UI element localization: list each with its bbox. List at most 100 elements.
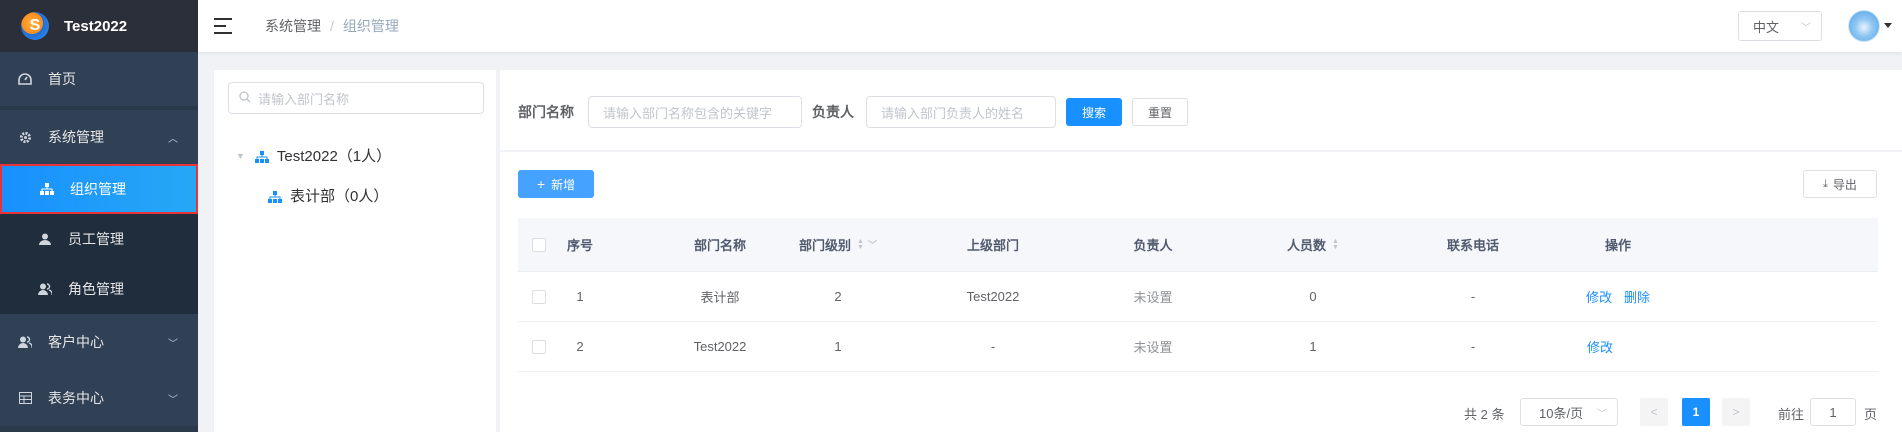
cell-parent: Test2022	[966, 289, 1020, 304]
reset-button[interactable]: 重置	[1132, 98, 1188, 126]
avatar[interactable]	[1848, 10, 1880, 42]
page-size-select[interactable]: 10条/页 ﹀	[1520, 398, 1618, 426]
chevron-right-icon: >	[1732, 405, 1740, 419]
chevron-left-icon: <	[1650, 405, 1658, 419]
breadcrumb-current: 组织管理	[342, 18, 399, 34]
page-number-button[interactable]: 1	[1682, 398, 1710, 426]
sidebar-item-role[interactable]: 角色管理	[0, 264, 198, 314]
chevron-down-icon: ﹀	[1801, 22, 1811, 34]
pagination-total: 共 2 条	[1464, 407, 1505, 422]
sidebar-item-home[interactable]: 首页	[0, 52, 198, 106]
sidebar-item-customer[interactable]: 客户中心 ﹀	[0, 314, 198, 370]
department-tree-panel: 请输入部门名称 ▼ Test2022（1人） 表计部（0人）	[214, 70, 496, 432]
edit-link[interactable]: 修改	[1586, 287, 1612, 306]
cell-count: 0	[1309, 289, 1317, 304]
table-row: 1 表计部 2 Test2022 未设置 0 - 修改 删除	[518, 272, 1878, 322]
prev-page-button[interactable]: <	[1640, 398, 1668, 426]
sidebar: S Test2022 首页 系统管理 ︿ 组织管理 员工管理 角色管理 客户中心…	[0, 0, 198, 432]
sidebar-item-system[interactable]: 系统管理 ︿	[0, 110, 198, 164]
tree-node-label: 表计部（0人）	[290, 188, 389, 205]
language-select[interactable]: 中文 ﹀	[1738, 11, 1822, 41]
users-icon	[36, 283, 54, 295]
cell-phone: -	[1470, 289, 1476, 304]
filter-panel: 部门名称 请输入部门名称包含的关键字 负责人 请输入部门负责人的姓名 搜索 重置	[500, 70, 1902, 150]
header-select-cell	[518, 218, 560, 271]
cell-owner: 未设置	[1133, 340, 1173, 355]
dept-name-label: 部门名称	[518, 104, 574, 120]
breadcrumb: 系统管理 / 组织管理	[265, 16, 399, 36]
chevron-down-icon: ﹀	[168, 394, 178, 406]
org-tree-icon	[268, 190, 282, 203]
sidebar-item-label: 组织管理	[70, 181, 126, 197]
page-suffix: 页	[1864, 407, 1878, 422]
column-header-level-label: 部门级别	[799, 238, 852, 253]
tree-search-placeholder: 请输入部门名称	[258, 91, 350, 107]
cell-level: 1	[834, 339, 842, 354]
chevron-down-icon: ﹀	[168, 338, 178, 350]
column-header-count[interactable]: 人员数 ▲ ▼	[1238, 218, 1388, 271]
users-icon	[16, 336, 34, 348]
export-button-label: 导出	[1832, 177, 1857, 192]
add-button[interactable]: + 新增	[518, 170, 594, 198]
menu-toggle-icon[interactable]	[214, 18, 232, 34]
tree-node-root[interactable]: ▼ Test2022（1人）	[236, 145, 391, 166]
chevron-up-icon: ︿	[168, 133, 178, 145]
table-header-row: 序号 部门名称 部门级别 ▲ ▼ ﹀ 上级部门 负责人 人员数 ▲ ▼ 联系电话 操…	[518, 218, 1878, 272]
sidebar-item-meter[interactable]: 表务中心 ﹀	[0, 370, 198, 426]
cell-index: 1	[576, 289, 584, 304]
sidebar-item-label: 表务中心	[48, 390, 104, 406]
dept-name-input[interactable]: 请输入部门名称包含的关键字	[588, 96, 802, 128]
goto-label: 前往	[1778, 407, 1805, 422]
sidebar-item-label: 客户中心	[48, 334, 104, 350]
gear-icon	[16, 131, 34, 144]
row-checkbox[interactable]	[532, 289, 546, 304]
table-panel: + 新增 ⤓ 导出 序号 部门名称 部门级别 ▲ ▼ ﹀ 上级部门 负责人 人员数…	[500, 152, 1902, 432]
app-logo[interactable]: S Test2022	[0, 0, 198, 52]
edit-link[interactable]: 修改	[1587, 337, 1613, 356]
cell-count: 1	[1309, 339, 1317, 354]
dashboard-icon	[16, 73, 34, 85]
owner-placeholder: 请输入部门负责人的姓名	[881, 105, 1025, 121]
sidebar-item-label: 系统管理	[48, 129, 104, 145]
sidebar-item-org[interactable]: 组织管理	[0, 164, 198, 214]
column-header-level[interactable]: 部门级别 ▲ ▼ ﹀	[758, 218, 918, 271]
logo-icon: S	[21, 12, 49, 40]
page-size-value: 10条/页	[1539, 405, 1584, 421]
breadcrumb-separator: /	[330, 18, 334, 34]
goto-page-input[interactable]: 1	[1810, 398, 1856, 426]
language-value: 中文	[1753, 19, 1780, 35]
export-button[interactable]: ⤓ 导出	[1803, 170, 1877, 198]
download-icon: ⤓	[1823, 177, 1828, 190]
top-header: 系统管理 / 组织管理 中文 ﹀	[198, 0, 1902, 52]
search-button[interactable]: 搜索	[1066, 98, 1122, 126]
cell-index: 2	[576, 339, 584, 354]
column-header-count-label: 人员数	[1287, 238, 1327, 253]
search-icon	[239, 90, 251, 106]
select-all-checkbox[interactable]	[532, 237, 546, 252]
caret-down-icon: ▼	[236, 150, 245, 161]
app-title: Test2022	[64, 17, 128, 35]
column-header-parent: 上级部门	[966, 238, 1019, 253]
delete-link[interactable]: 删除	[1624, 287, 1650, 306]
cell-level: 2	[834, 289, 842, 304]
chevron-down-icon: ﹀	[1597, 408, 1607, 420]
column-header-index: 序号	[566, 238, 593, 253]
sidebar-item-staff[interactable]: 员工管理	[0, 214, 198, 264]
column-header-owner: 负责人	[1133, 238, 1173, 253]
sidebar-item-label: 员工管理	[68, 231, 124, 247]
sidebar-item-label: 角色管理	[68, 281, 124, 297]
caret-down-icon[interactable]	[1884, 23, 1892, 28]
dept-name-placeholder: 请输入部门名称包含的关键字	[603, 105, 773, 121]
sort-icon[interactable]: ▲ ▼	[1332, 238, 1339, 251]
tree-search-input[interactable]: 请输入部门名称	[228, 82, 484, 114]
cell-actions: 修改 删除	[1538, 272, 1698, 321]
sort-icon[interactable]: ▲ ▼	[857, 238, 864, 251]
table-icon	[16, 392, 34, 404]
next-page-button[interactable]: >	[1722, 398, 1750, 426]
row-checkbox[interactable]	[532, 339, 546, 354]
owner-label: 负责人	[812, 104, 854, 120]
tree-node-child[interactable]: 表计部（0人）	[268, 185, 388, 206]
breadcrumb-item[interactable]: 系统管理	[265, 16, 321, 36]
owner-input[interactable]: 请输入部门负责人的姓名	[866, 96, 1056, 128]
chevron-down-icon[interactable]: ﹀	[868, 238, 877, 251]
